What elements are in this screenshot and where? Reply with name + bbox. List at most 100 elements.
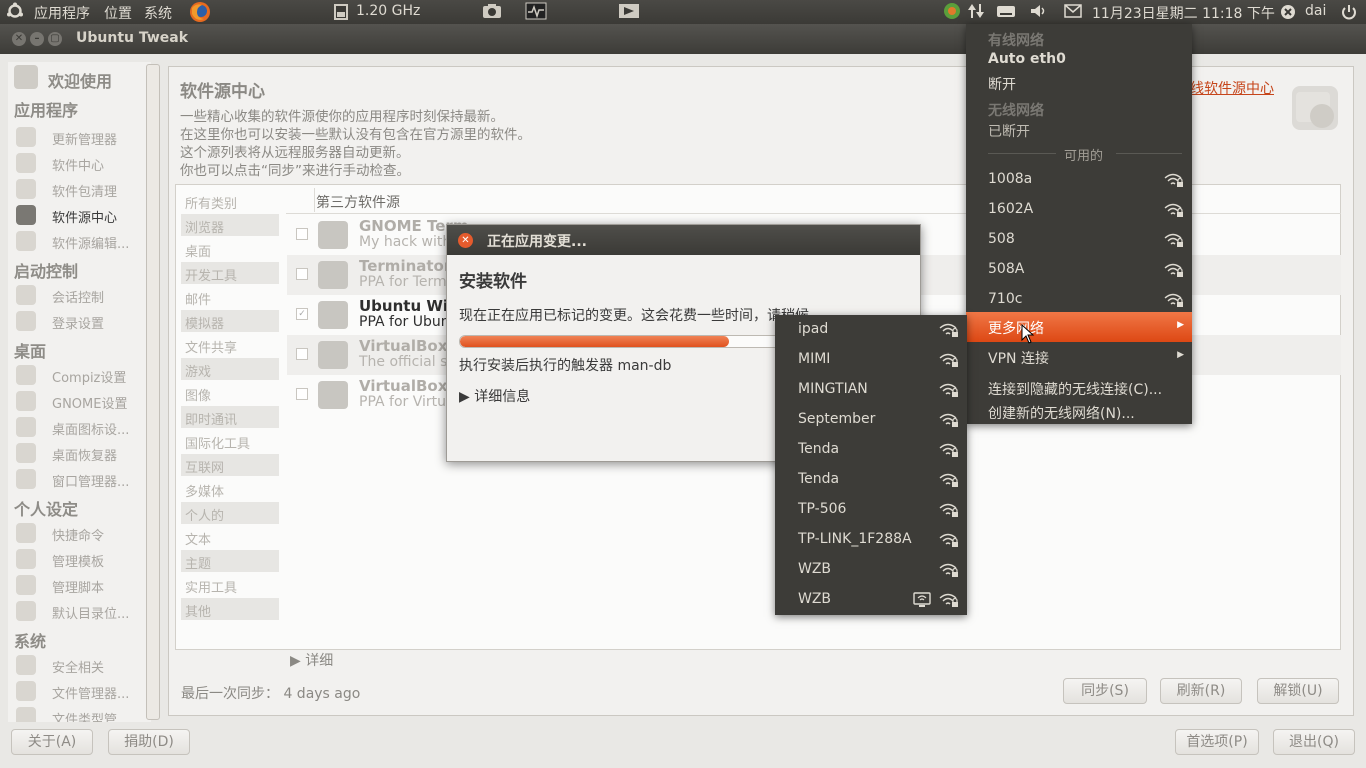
sidebar-item[interactable]: 软件中心 (16, 152, 150, 176)
sidebar-item[interactable]: 文件管理器... (16, 680, 150, 704)
details-expander[interactable]: ▶ 详细 (290, 650, 333, 670)
sidebar-item[interactable]: 软件源编辑... (16, 230, 150, 254)
category-item[interactable]: 邮件 (181, 286, 279, 308)
clock[interactable]: 11月23日星期二 11:18 下午 (1092, 3, 1275, 23)
wifi-network-item[interactable]: WZB (775, 585, 967, 615)
category-item[interactable]: 文件共享 (181, 334, 279, 356)
update-notifier-icon[interactable] (942, 1, 962, 25)
user-name[interactable]: dai (1305, 3, 1326, 19)
system-monitor-icon[interactable] (525, 2, 547, 24)
source-checkbox[interactable] (296, 348, 308, 360)
wifi-network-item[interactable]: 508 (966, 225, 1192, 255)
unlock-button[interactable]: 解锁(U) (1257, 678, 1339, 704)
user-status-icon[interactable] (1280, 4, 1296, 24)
category-item[interactable]: 实用工具 (181, 574, 279, 596)
quit-button[interactable]: 退出(Q) (1273, 729, 1355, 755)
source-checkbox[interactable] (296, 268, 308, 280)
ubuntu-logo-icon[interactable] (6, 2, 24, 24)
wifi-network-item[interactable]: MIMI (775, 345, 967, 375)
category-item[interactable]: 所有类别 (181, 190, 279, 212)
sidebar-item[interactable]: 默认目录位... (16, 600, 150, 624)
category-item[interactable]: 国际化工具 (181, 430, 279, 452)
sidebar-item[interactable]: 快捷命令 (16, 522, 150, 546)
wifi-network-item[interactable]: 710c (966, 285, 1192, 315)
wifi-network-item[interactable]: Tenda (775, 435, 967, 465)
wifi-network-item[interactable]: 508A (966, 255, 1192, 285)
category-item[interactable]: 多媒体 (181, 478, 279, 500)
refresh-button[interactable]: 刷新(R) (1160, 678, 1242, 704)
wifi-network-item[interactable]: TP-LINK_1F288A (775, 525, 967, 555)
online-source-center-link[interactable]: 线软件源中心 (1190, 78, 1274, 98)
sidebar-item[interactable]: 文件类型管 (16, 706, 150, 722)
category-item[interactable]: 浏览器 (181, 214, 279, 236)
wifi-network-item[interactable]: MINGTIAN (775, 375, 967, 405)
category-item[interactable]: 个人的 (181, 502, 279, 524)
category-item[interactable]: 其他 (181, 598, 279, 620)
category-item[interactable]: 主题 (181, 550, 279, 572)
adhoc-network-icon (913, 592, 931, 612)
wifi-network-item[interactable]: ipad (775, 315, 967, 345)
close-window-icon[interactable]: ✕ (12, 32, 26, 46)
sidebar-item[interactable]: 管理脚本 (16, 574, 150, 598)
create-network-item[interactable]: 创建新的无线网络(N)... (966, 397, 1192, 427)
category-item[interactable]: 互联网 (181, 454, 279, 476)
network-icon[interactable] (966, 2, 986, 24)
source-description: PPA for Term (359, 274, 447, 290)
sync-button[interactable]: 同步(S) (1063, 678, 1147, 704)
keyboard-icon[interactable] (996, 3, 1016, 23)
power-icon[interactable] (1340, 3, 1358, 25)
sidebar-item[interactable]: 软件包清理 (16, 178, 150, 202)
close-icon[interactable]: ✕ (458, 233, 473, 248)
wifi-network-item[interactable]: September (775, 405, 967, 435)
source-checkbox[interactable] (296, 228, 308, 240)
wifi-network-item[interactable]: 1602A (966, 195, 1192, 225)
sidebar-item[interactable]: 会话控制 (16, 284, 150, 308)
category-item[interactable]: 开发工具 (181, 262, 279, 284)
source-checkbox[interactable]: ✓ (296, 308, 308, 320)
minimize-window-icon[interactable]: – (30, 32, 44, 46)
sidebar-item[interactable]: GNOME设置 (16, 390, 150, 414)
wifi-network-item[interactable]: WZB (775, 555, 967, 585)
sidebar-section[interactable]: 欢迎使用 (48, 68, 112, 92)
category-item[interactable]: 图像 (181, 382, 279, 404)
sidebar-scrollbar[interactable] (146, 64, 160, 720)
sidebar-item[interactable]: 登录设置 (16, 310, 150, 334)
sidebar-item[interactable]: 更新管理器 (16, 126, 150, 150)
sidebar-item[interactable]: 管理模板 (16, 548, 150, 572)
maximize-window-icon[interactable]: ▢ (48, 32, 62, 46)
category-item[interactable]: 游戏 (181, 358, 279, 380)
sidebar-item[interactable]: Compiz设置 (16, 364, 150, 388)
sidebar-item[interactable]: 窗口管理器... (16, 468, 150, 492)
download-icon[interactable] (618, 2, 640, 24)
menu-places[interactable]: 位置 (104, 3, 132, 23)
category-item[interactable]: 模拟器 (181, 310, 279, 332)
more-networks-item[interactable]: 更多网络 ▶ (966, 312, 1192, 342)
cpu-monitor-icon[interactable] (332, 3, 350, 25)
screenshot-icon[interactable] (482, 2, 502, 24)
sidebar-item-icon (16, 205, 36, 225)
wifi-network-item[interactable]: TP-506 (775, 495, 967, 525)
wifi-network-item[interactable]: Tenda (775, 465, 967, 495)
sources-column-header[interactable]: 第三方软件源 (316, 192, 400, 212)
dialog-titlebar[interactable]: ✕ 正在应用变更... (447, 225, 920, 255)
category-item[interactable]: 文本 (181, 526, 279, 548)
top-panel: 应用程序 位置 系统 1.20 GHz 11月23日星期二 11:18 下午 d… (0, 0, 1366, 24)
wifi-network-item[interactable]: 1008a (966, 165, 1192, 195)
sidebar-item[interactable]: 安全相关 (16, 654, 150, 678)
sidebar-item[interactable]: 桌面恢复器 (16, 442, 150, 466)
expander-arrow-icon: ▶ (290, 653, 306, 669)
about-button[interactable]: 关于(A) (11, 729, 93, 755)
menu-applications[interactable]: 应用程序 (34, 3, 90, 23)
sidebar-item[interactable]: 桌面图标设... (16, 416, 150, 440)
donate-button[interactable]: 捐助(D) (108, 729, 190, 755)
volume-icon[interactable] (1030, 3, 1048, 23)
menu-system[interactable]: 系统 (144, 3, 172, 23)
category-item[interactable]: 桌面 (181, 238, 279, 260)
source-checkbox[interactable] (296, 388, 308, 400)
dialog-details-expander[interactable]: ▶ 详细信息 (459, 386, 530, 406)
category-item[interactable]: 即时通讯 (181, 406, 279, 428)
preferences-button[interactable]: 首选项(P) (1175, 729, 1259, 755)
mail-icon[interactable] (1064, 4, 1082, 22)
vpn-item[interactable]: VPN 连接 ▶ (966, 342, 1192, 372)
sidebar-item[interactable]: 软件源中心 (16, 204, 150, 228)
